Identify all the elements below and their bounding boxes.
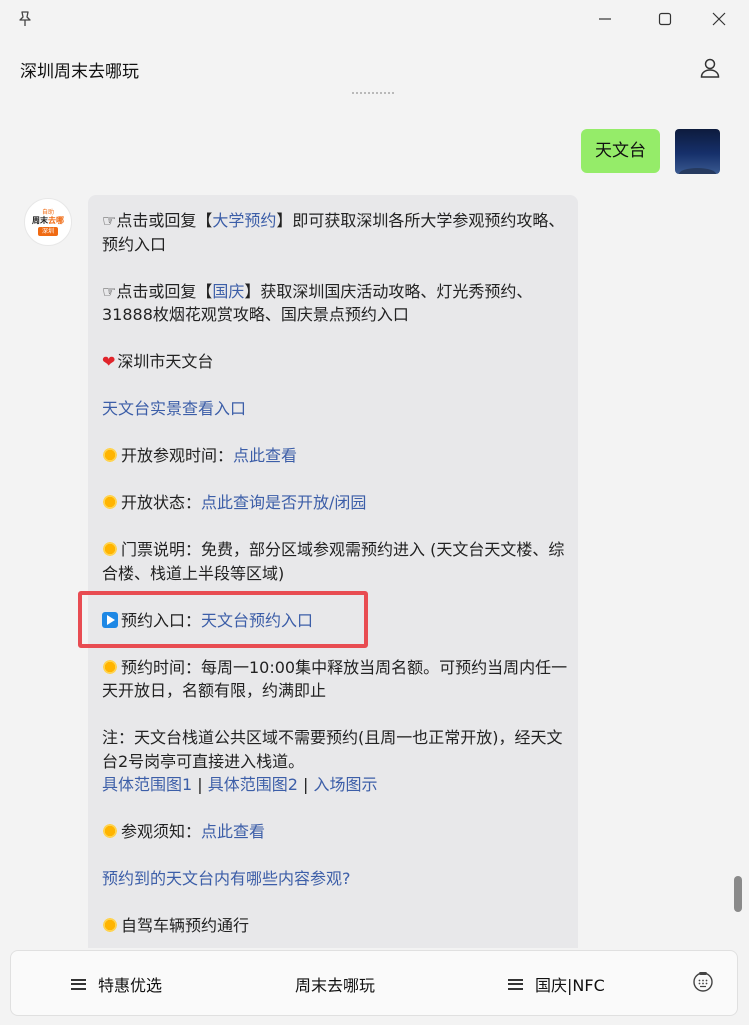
bot-avatar-line2a: 周末 [32,215,48,225]
bottom-menu-bar: 特惠优选 周末去哪玩 国庆|NFC [10,950,738,1016]
menu-weekend[interactable]: 周末去哪玩 [295,972,375,996]
line-contents: 预约到的天文台内有哪些内容参观? [102,867,570,891]
text: 门票说明：免费，部分区域参观需预约进入 (天文台天文楼、综合楼、栈道上半段等区域… [102,540,565,583]
text: ☞点击或回复【 [102,281,213,301]
menu-icon [71,978,86,990]
scrollbar-thumb[interactable] [734,876,742,912]
line-reservation-time: 预约时间：每周一10:00集中释放当周名额。可预约当周内任一天开放日，名额有限，… [102,656,570,703]
chat-header: 深圳周末去哪玩 [0,38,749,98]
bot-avatar-line2b: 去哪 [48,215,64,225]
title-bar [0,0,749,38]
link-open-hours[interactable]: 点此查看 [233,446,297,465]
bot-avatar[interactable]: 自助 周末去哪 深圳 [24,198,72,246]
text: 参观须知： [121,822,202,841]
link-entry-guide[interactable]: 入场图示 [314,775,378,794]
profile-icon[interactable] [698,56,722,80]
close-button[interactable] [704,8,734,30]
reservation-highlight-box [78,591,368,648]
bot-message-text: ☞点击或回复【大学预约】即可获取深圳各所大学参观预约攻略、预约入口 ☞点击或回复… [102,209,570,948]
line-university: ☞点击或回复【大学预约】即可获取深圳各所大学参观预约攻略、预约入口 [102,209,570,256]
text: ☞点击或回复【 [102,211,213,230]
chat-area[interactable]: 天文台 自助 周末去哪 深圳 ☞点击或回复【大学预约】即可获取深圳各所大学参观预… [0,98,749,948]
line-note: 注：天文台栈道公共区域不需要预约(且周一也正常开放)，经天文台2号岗亭可直接进入… [102,726,570,797]
menu-label: 特惠优选 [98,976,163,995]
sun-icon [102,494,118,510]
user-message-row: 天文台 [581,129,720,174]
line-open-hours: 开放参观时间：点此查看 [102,444,570,468]
text: 深圳市天文台 [117,352,214,371]
pin-icon[interactable] [16,10,34,28]
line-ticket: 门票说明：免费，部分区域参观需预约进入 (天文台天文楼、综合楼、栈道上半段等区域… [102,538,570,585]
menu-label: 周末去哪玩 [295,976,376,995]
minimize-icon [599,18,611,20]
close-icon [712,12,726,26]
line-observatory-title: ❤ 深圳市天文台 [102,350,570,374]
menu-icon [508,978,523,990]
maximize-icon [658,12,672,26]
link-live-view[interactable]: 天文台实景查看入口 [102,399,246,418]
text: 自驾车辆预约通行 [121,916,250,935]
text: 预约时间：每周一10:00集中释放当周名额。可预约当周内任一天开放日，名额有限，… [102,657,568,701]
sun-icon [102,917,118,933]
line-open-status: 开放状态：点此查询是否开放/闭园 [102,491,570,515]
menu-label: 国庆|NFC [535,976,605,995]
keyboard-toggle-icon[interactable] [692,971,714,993]
line-national-day: ☞点击或回复【国庆】获取深圳国庆活动攻略、灯光秀预约、31888枚烟花观赏攻略、… [102,280,570,327]
sun-icon [102,541,118,557]
minimize-button[interactable] [590,8,620,30]
user-avatar[interactable] [675,129,720,174]
link-contents[interactable]: 预约到的天文台内有哪些内容参观? [102,869,351,888]
menu-special-offers[interactable]: 特惠优选 [71,972,162,996]
link-national-day[interactable]: 国庆 [212,282,244,301]
bot-avatar-line3: 深圳 [37,226,58,236]
sun-icon [102,447,118,463]
line-driving: 自驾车辆预约通行 [102,914,570,938]
bot-avatar-line1: 自助 [41,208,54,216]
text: 注：天文台栈道公共区域不需要预约(且周一也正常开放)，经天文台2号岗亭可直接进入… [102,728,563,771]
separator: | [197,775,203,794]
sun-icon [102,658,118,675]
menu-national-day-nfc[interactable]: 国庆|NFC [508,972,605,996]
link-university[interactable]: 大学预约 [212,211,276,230]
line-visit-notice: 参观须知：点此查看 [102,820,570,844]
separator: | [303,775,309,794]
link-range-map-2[interactable]: 具体范围图2 [208,775,298,794]
user-message-bubble[interactable]: 天文台 [581,129,660,173]
text: 开放参观时间： [121,446,234,465]
text: 开放状态： [121,493,202,512]
link-range-map-1[interactable]: 具体范围图1 [102,775,192,794]
chat-title: 深圳周末去哪玩 [20,62,139,82]
bot-avatar-line2: 周末去哪 [32,216,64,226]
bot-message-bubble: ☞点击或回复【大学预约】即可获取深圳各所大学参观预约攻略、预约入口 ☞点击或回复… [88,195,578,948]
link-open-status[interactable]: 点此查询是否开放/闭园 [201,493,366,512]
line-live-view: 天文台实景查看入口 [102,397,570,421]
maximize-button[interactable] [650,8,680,30]
link-visit-notice[interactable]: 点此查看 [201,822,265,841]
heart-icon: ❤ [102,352,116,371]
sun-icon [102,823,118,839]
